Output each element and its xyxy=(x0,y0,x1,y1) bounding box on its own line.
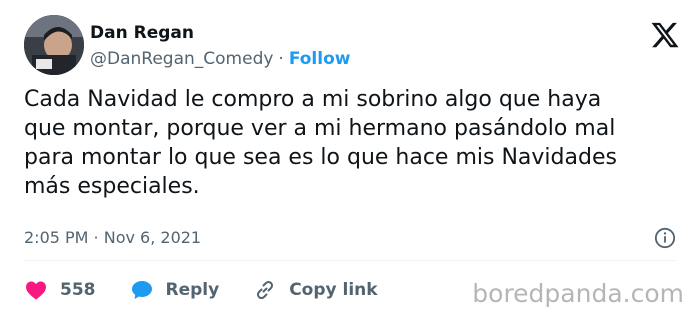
heart-icon xyxy=(26,281,46,300)
tweet-text: Cada Navidad le compro a mi sobrino algo… xyxy=(24,85,684,201)
copy-link-label: Copy link xyxy=(289,280,378,300)
tweet-line: para montar lo que sea es lo que hace mi… xyxy=(24,145,617,170)
copy-link-button[interactable]: Copy link xyxy=(253,278,378,302)
avatar-photo xyxy=(24,15,84,75)
link-icon xyxy=(257,280,274,300)
reply-bubble-icon xyxy=(131,281,152,299)
handle-row: @DanRegan_Comedy · Follow xyxy=(90,48,350,70)
handle[interactable]: @DanRegan_Comedy xyxy=(90,49,273,69)
watermark: boredpanda.com xyxy=(472,279,684,308)
separator-dot: · xyxy=(278,49,284,69)
like-button[interactable]: 558 xyxy=(24,278,96,302)
reply-button[interactable]: Reply xyxy=(130,278,220,302)
tweet-line: más especiales. xyxy=(24,174,200,199)
author-block: Dan Regan @DanRegan_Comedy · Follow xyxy=(90,22,350,70)
follow-button[interactable]: Follow xyxy=(289,49,351,69)
action-bar: 558 Reply Copy link xyxy=(24,278,412,302)
reply-label: Reply xyxy=(165,280,220,300)
like-count: 558 xyxy=(60,280,96,300)
timestamp[interactable]: 2:05 PM · Nov 6, 2021 xyxy=(24,228,201,248)
display-name[interactable]: Dan Regan xyxy=(90,22,350,44)
avatar[interactable] xyxy=(24,15,84,75)
info-icon[interactable] xyxy=(654,227,676,249)
x-logo-icon[interactable] xyxy=(650,20,680,50)
tweet-line: Cada Navidad le compro a mi sobrino algo… xyxy=(24,87,602,112)
divider xyxy=(24,260,676,261)
tweet-card: Dan Regan @DanRegan_Comedy · Follow Cada N… xyxy=(0,0,700,317)
tweet-line: que montar, porque ver a mi hermano pasá… xyxy=(24,116,616,141)
